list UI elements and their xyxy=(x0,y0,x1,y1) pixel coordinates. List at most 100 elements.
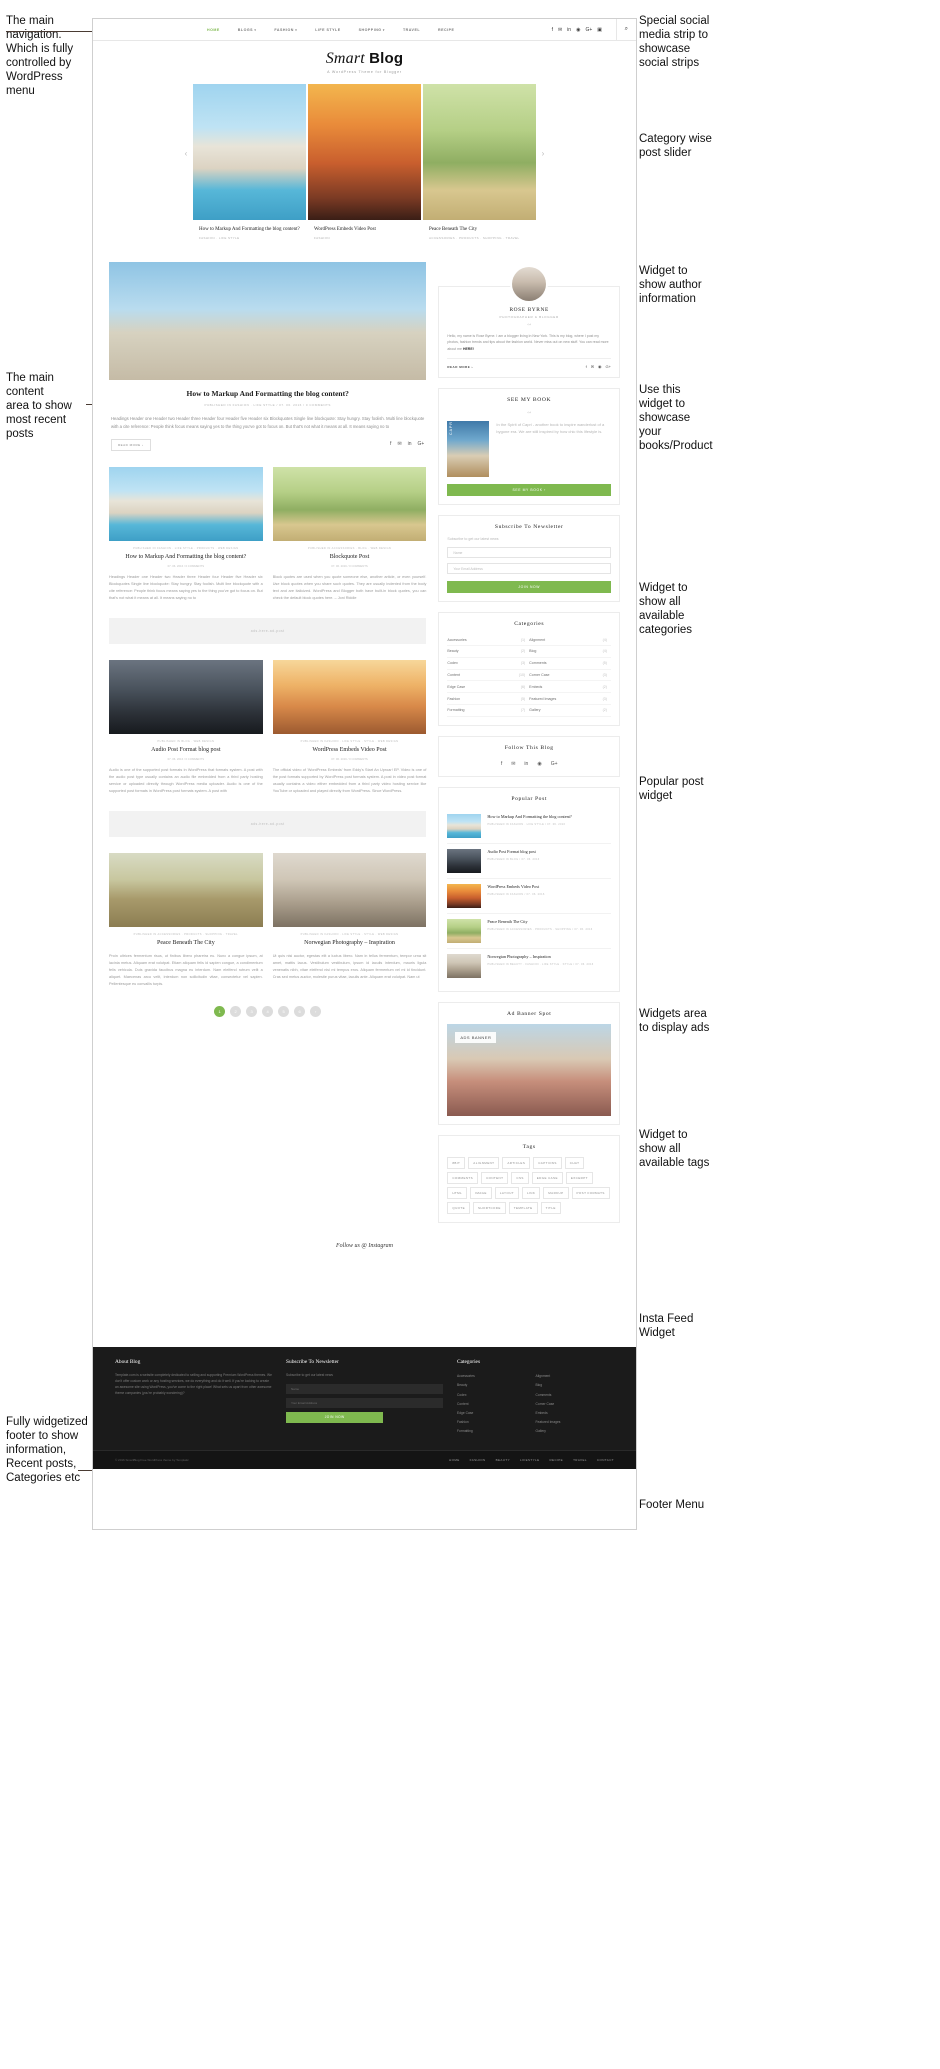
tag-item[interactable]: CONTENT xyxy=(481,1171,509,1184)
popular-post-item-title[interactable]: Peace Beneath The City xyxy=(487,919,592,925)
tag-item[interactable]: CHAT xyxy=(564,1156,585,1169)
popular-post-item[interactable]: Audio Post Format blog post PUBLISHED IN … xyxy=(447,844,611,879)
nav-item-shopping[interactable]: SHOPPING ▾ xyxy=(350,28,394,32)
pagination[interactable]: 1 2 3 4 5 6 › xyxy=(109,1006,426,1023)
tag-item[interactable]: MARKUP xyxy=(543,1186,569,1199)
share-icon[interactable]: f xyxy=(390,441,391,447)
categories-list[interactable]: Accessories (1) Alignment (4) Beauty (2) Blog(… xyxy=(447,634,611,717)
footer-category-item[interactable]: Embeds xyxy=(536,1408,615,1417)
pagination-item[interactable]: 6 xyxy=(294,1006,306,1017)
twitter-icon[interactable]: ✉ xyxy=(558,27,562,33)
share-icon[interactable]: G+ xyxy=(418,441,425,447)
category-item[interactable]: Blog (4) xyxy=(529,646,611,658)
slider-next-icon[interactable]: › xyxy=(538,146,548,160)
follow-social-icon[interactable]: ◉ xyxy=(537,761,541,767)
pagination-item[interactable]: 4 xyxy=(262,1006,274,1017)
join-now-button[interactable]: JOIN NOW xyxy=(447,581,611,594)
pagination-item[interactable]: 2 xyxy=(230,1006,242,1017)
tag-item[interactable]: IMAGE xyxy=(470,1186,492,1199)
instagram-photo[interactable] xyxy=(93,1259,229,1347)
popular-post-item-title[interactable]: How to Markup And Formatting the blog co… xyxy=(487,814,571,820)
slider-slide[interactable]: How to Markup And Formatting the blog co… xyxy=(193,84,306,248)
instagram-photo[interactable] xyxy=(500,1259,636,1347)
footer-menu-item-fashion[interactable]: FASHION xyxy=(470,1458,486,1462)
footer-category-item[interactable]: Corner Case xyxy=(536,1399,615,1408)
category-post-slider[interactable]: ‹ › How to Markup And Formatting the blo… xyxy=(185,84,544,248)
footer-menu-item-beauty[interactable]: BEAUTY xyxy=(496,1458,510,1462)
tag-item[interactable]: 8BIT xyxy=(447,1156,466,1169)
footer-category-item[interactable]: Beauty xyxy=(457,1381,536,1390)
footer-category-item[interactable]: Featured Images xyxy=(536,1418,615,1427)
featured-post-title[interactable]: How to Markup And Formatting the blog co… xyxy=(111,388,424,399)
post-title[interactable]: Peace Beneath The City xyxy=(109,939,263,947)
popular-post-item[interactable]: WordPress Embeds Video Post PUBLISHED IN … xyxy=(447,879,611,914)
footer-category-item[interactable]: Fashion xyxy=(457,1418,536,1427)
nav-item-recipe[interactable]: RECIPE xyxy=(429,28,463,32)
category-item[interactable]: Fashion (5) xyxy=(447,693,530,705)
footer-menu-item-travel[interactable]: TRAVEL xyxy=(573,1458,587,1462)
footer-name-input[interactable]: Name xyxy=(286,1383,443,1394)
author-social-icon[interactable]: ◉ xyxy=(598,364,602,369)
post-title[interactable]: Norwegian Photography – Inspiration xyxy=(273,939,427,947)
pagination-item[interactable]: 5 xyxy=(278,1006,290,1017)
author-social-icon[interactable]: G+ xyxy=(606,364,611,369)
tag-item[interactable]: QUOTE xyxy=(447,1201,471,1214)
footer-menu[interactable]: HOME FASHION BEAUTY LIFESTYLE RECIPE TRAVEL CO… xyxy=(449,1458,614,1462)
footer-category-item[interactable]: Formatting xyxy=(457,1427,536,1436)
slide-title[interactable]: How to Markup And Formatting the blog co… xyxy=(199,226,300,233)
share-icon[interactable]: in xyxy=(408,441,412,447)
tag-item[interactable]: HTML xyxy=(447,1186,468,1199)
instagram-feed[interactable] xyxy=(93,1259,636,1347)
social-strip[interactable]: f ✉ in ◉ G+ ▣ xyxy=(552,27,602,33)
tag-item[interactable]: EXCERPT xyxy=(565,1171,593,1184)
ad-slot-2[interactable]: ads-here-ad-post xyxy=(109,811,427,837)
footer-join-now-button[interactable]: JOIN NOW xyxy=(286,1411,384,1423)
post-title[interactable]: WordPress Embeds Video Post xyxy=(273,746,427,754)
post-card[interactable]: PUBLISHED IN FASHION · LIFE STYLE · PROD… xyxy=(109,467,263,602)
tag-item[interactable]: CAPTIONS xyxy=(533,1156,562,1169)
follow-social-icon[interactable]: f xyxy=(501,761,502,767)
slide-title[interactable]: Peace Beneath The City xyxy=(429,226,530,233)
ad-slot-1[interactable]: ads-here-ad-post xyxy=(109,618,427,644)
popular-post-item[interactable]: Peace Beneath The City PUBLISHED IN ACCES… xyxy=(447,914,611,949)
footer-category-item[interactable]: Blog xyxy=(536,1381,615,1390)
category-item[interactable]: Formatting (7) xyxy=(447,705,530,717)
tag-item[interactable]: CSS xyxy=(511,1171,529,1184)
facebook-icon[interactable]: f xyxy=(552,27,553,33)
post-title[interactable]: Blockquote Post xyxy=(273,553,427,561)
newsletter-email-input[interactable]: Your Email Address xyxy=(447,563,611,575)
post-title[interactable]: How to Markup And Formatting the blog co… xyxy=(109,553,263,561)
pagination-item[interactable]: 1 xyxy=(214,1006,226,1017)
post-card[interactable]: PUBLISHED IN FASHION · LIFE STYLE · STYL… xyxy=(272,853,427,988)
tag-item[interactable]: POST FORMATS xyxy=(571,1186,610,1199)
tag-item[interactable]: ALIGNMENT xyxy=(468,1156,500,1169)
category-item[interactable]: Gallery (2) xyxy=(529,705,611,717)
popular-post-item[interactable]: How to Markup And Formatting the blog co… xyxy=(447,809,611,844)
slider-slide[interactable]: WordPress Embeds Video Post FASHION xyxy=(308,84,421,248)
follow-social-icon[interactable]: ✉ xyxy=(511,761,515,767)
footer-email-input[interactable]: Your Email Address xyxy=(286,1397,443,1408)
follow-icons[interactable]: f ✉ in ◉ G+ xyxy=(447,758,611,768)
footer-category-item[interactable]: Comments xyxy=(536,1390,615,1399)
see-my-book-button[interactable]: SEE MY BOOK › xyxy=(447,484,611,497)
tag-item[interactable]: LAYOUT xyxy=(494,1186,519,1199)
book-cover[interactable]: CAPRI xyxy=(447,421,490,478)
tag-item[interactable]: EDGE CASE xyxy=(531,1171,563,1184)
tag-item[interactable]: TEMPLATE xyxy=(508,1201,538,1214)
tag-item[interactable]: TITLE xyxy=(540,1201,561,1214)
category-item[interactable]: Alignment (4) xyxy=(529,634,611,646)
follow-social-icon[interactable]: in xyxy=(524,761,528,767)
footer-category-item[interactable]: Gallery xyxy=(536,1427,615,1436)
tag-item[interactable]: SHORTCODE xyxy=(473,1201,506,1214)
footer-category-item[interactable]: Edge Case xyxy=(457,1408,536,1417)
featured-post[interactable]: How to Markup And Formatting the blog co… xyxy=(109,262,427,451)
footer-menu-item-contact[interactable]: CONTACT xyxy=(597,1458,614,1462)
category-item[interactable]: Corner Case (3) xyxy=(529,670,611,682)
nav-item-life-style[interactable]: LIFE STYLE xyxy=(306,28,349,32)
category-item[interactable]: Content (10) xyxy=(447,670,530,682)
footer-category-item[interactable]: Content xyxy=(457,1399,536,1408)
category-item[interactable]: Embeds (2) xyxy=(529,681,611,694)
popular-post-item-title[interactable]: Audio Post Format blog post xyxy=(487,849,539,855)
slider-slide[interactable]: Peace Beneath The City ACCESSORIES · PROD… xyxy=(423,84,536,248)
popular-post-item[interactable]: Norwegian Photography – Inspiration PUBLI… xyxy=(447,949,611,983)
